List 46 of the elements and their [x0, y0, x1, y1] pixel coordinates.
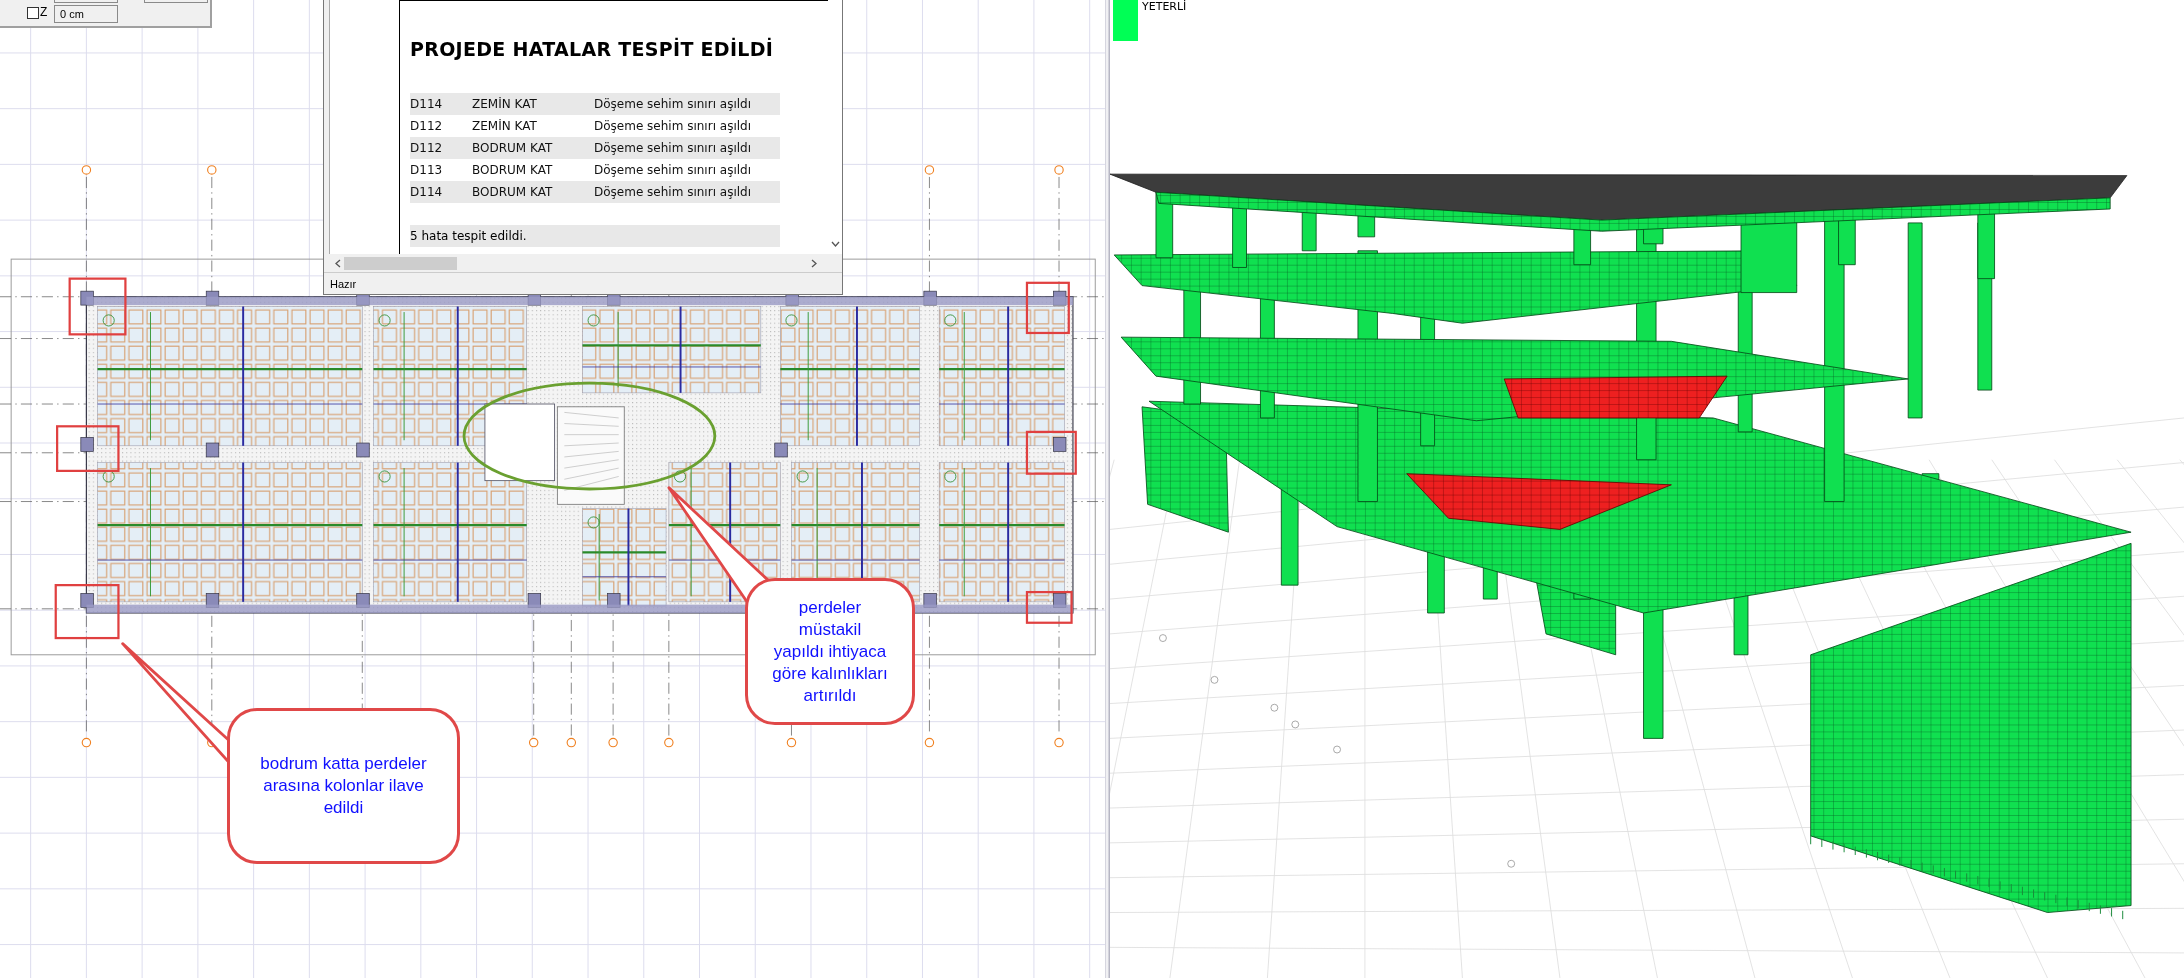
input-field[interactable]: 0 cm: [54, 5, 118, 23]
error-message: Döşeme sehim sınırı aşıldı: [594, 163, 751, 177]
axis-marker-icon: [786, 737, 797, 748]
error-message: Döşeme sehim sınırı aşıldı: [594, 141, 751, 155]
legend-label: YETERLİ: [1142, 0, 1187, 13]
scroll-down-icon[interactable]: [830, 241, 840, 248]
axis-marker-icon: [664, 737, 674, 748]
element-code: D112: [410, 141, 444, 155]
element-code: D114: [410, 97, 444, 111]
error-message: Döşeme sehim sınırı aşıldı: [594, 185, 751, 199]
checkbox[interactable]: [27, 7, 39, 19]
element-code: D114: [410, 185, 444, 199]
callout-bubble: bodrum katta perdeler arasına kolonlar ilave edildi: [227, 708, 460, 864]
floor-name: BODRUM KAT: [472, 163, 554, 177]
axis-marker-icon: [1159, 634, 1167, 642]
report-title: PROJEDE HATALAR TESPİT EDİLDİ: [410, 38, 775, 60]
axis-marker-icon: [566, 737, 577, 748]
error-message: Döşeme sehim sınırı aşıldı: [594, 119, 751, 133]
axis-marker-icon: [1054, 165, 1064, 175]
floor-name: BODRUM KAT: [472, 141, 554, 155]
checkbox-label: Z: [40, 5, 48, 19]
status-text: Hazır: [330, 277, 357, 290]
scroll-right-icon[interactable]: [811, 258, 818, 268]
axis-marker-icon: [81, 165, 92, 175]
scroll-left-icon[interactable]: [334, 258, 341, 268]
summary-text: 5 hata tespit edildi.: [410, 225, 780, 247]
axis-marker-icon: [207, 165, 217, 175]
element-code: D113: [410, 163, 444, 177]
axis-marker-icon: [924, 165, 935, 175]
axis-marker-icon: [924, 737, 935, 748]
floor-name: ZEMİN KAT: [472, 119, 538, 133]
axis-marker-icon: [1054, 737, 1064, 748]
error-message: Döşeme sehim sınırı aşıldı: [594, 97, 751, 111]
axis-marker-icon: [608, 737, 618, 748]
axis-marker-icon: [1270, 703, 1279, 712]
axis-marker-icon: [1507, 859, 1516, 868]
axis-marker-icon: [1210, 675, 1219, 684]
floor-name: ZEMİN KAT: [472, 97, 538, 111]
element-code: D112: [410, 119, 444, 133]
axis-marker-icon: [528, 737, 539, 748]
floor-name: BODRUM KAT: [472, 185, 554, 199]
axis-marker-icon: [81, 737, 92, 748]
axis-marker-icon: [1333, 745, 1341, 754]
scrollbar-thumb[interactable]: [344, 256, 457, 270]
callout-bubble: perdeler müstakil yapıldı ihtiyaca göre kalınlıkları artırıldı: [745, 578, 915, 725]
axis-marker-icon: [1291, 720, 1300, 729]
